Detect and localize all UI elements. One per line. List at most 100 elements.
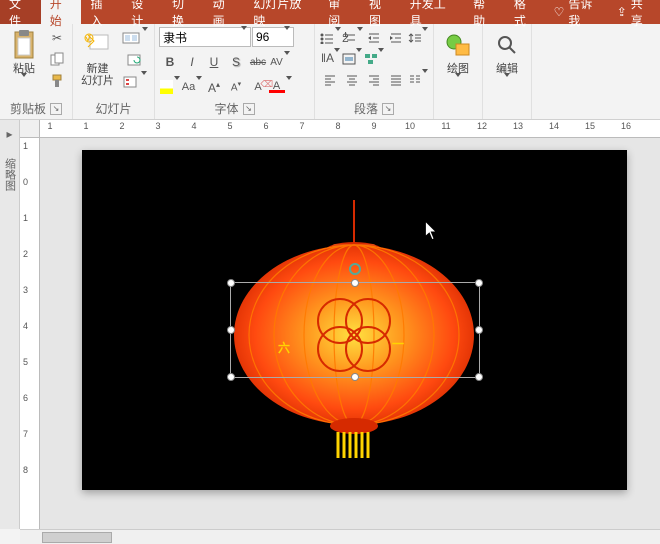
indent-icon [389, 32, 403, 44]
bold-button[interactable]: B [159, 52, 181, 72]
strike-button[interactable]: abc [247, 52, 269, 72]
case-icon: Aa [182, 81, 195, 93]
text-direction-button[interactable]: ‖A [319, 50, 341, 68]
editing-button[interactable]: 编辑 [487, 27, 527, 93]
rotate-handle[interactable] [349, 263, 361, 275]
font-dialog-launcher[interactable]: ↘ [243, 103, 255, 115]
tab-insert[interactable]: 插入 [81, 0, 122, 24]
smartart-icon [364, 53, 378, 65]
bullets-button[interactable] [319, 29, 341, 47]
tell-me-button[interactable]: ♡ 告诉我 [546, 0, 609, 24]
increase-font-button[interactable]: A▴ [203, 77, 225, 97]
highlight-color-button[interactable] [159, 77, 181, 97]
group-drawing: 绘图 [434, 24, 483, 119]
align-center-button[interactable] [341, 71, 363, 89]
clipboard-icon [8, 29, 40, 61]
tab-design[interactable]: 设计 [122, 0, 163, 24]
slide[interactable]: 六 一 [82, 150, 627, 490]
ruler-tick-label: 8 [335, 121, 340, 131]
clipboard-dialog-launcher[interactable]: ↘ [50, 103, 62, 115]
convert-smartart-button[interactable] [363, 50, 385, 68]
slide-reset-button[interactable] [121, 51, 149, 69]
group-font: 隶书 96 B I U S abc AV Aa A▴ A▾ A⌫ A 字体↘ [155, 24, 315, 119]
align-justify-button[interactable] [385, 71, 407, 89]
tab-animations[interactable]: 动画 [204, 0, 245, 24]
ruler-tick-label: 14 [549, 121, 559, 131]
ruler-tick-label: 10 [405, 121, 415, 131]
resize-handle-ne[interactable] [475, 279, 483, 287]
indent-decrease-button[interactable] [363, 29, 385, 47]
line-spacing-button[interactable] [407, 29, 429, 47]
decrease-font-button[interactable]: A▾ [225, 77, 247, 97]
align-text-vert-button[interactable] [341, 50, 363, 68]
align-right-button[interactable] [363, 71, 385, 89]
tab-file[interactable]: 文件 [0, 0, 41, 24]
font-size-select[interactable]: 96 [252, 27, 294, 47]
chevron-down-icon [455, 77, 461, 91]
format-painter-button[interactable] [47, 73, 67, 91]
italic-button[interactable]: I [181, 52, 203, 72]
aligncenter-icon [345, 74, 359, 86]
tell-me-label: 告诉我 [568, 0, 600, 29]
share-button[interactable]: ⇪ 共享 [609, 0, 660, 24]
resize-handle-e[interactable] [475, 326, 483, 334]
scrollbar-thumb[interactable] [42, 532, 112, 543]
tab-review[interactable]: 审阅 [319, 0, 360, 24]
ruler-tick-label: 15 [585, 121, 595, 131]
paintbrush-icon [50, 74, 64, 91]
tab-home[interactable]: 开始 [41, 0, 82, 24]
slide-section-button[interactable] [121, 73, 149, 91]
horizontal-ruler[interactable]: 112345678910111213141516 [40, 120, 660, 138]
resize-handle-sw[interactable] [227, 373, 235, 381]
clear-format-button[interactable]: A⌫ [247, 77, 269, 97]
group-paragraph: 12 ‖A 段落↘ [315, 24, 434, 119]
paragraph-dialog-launcher[interactable]: ↘ [382, 103, 394, 115]
tab-developer[interactable]: 开发工具 [401, 0, 464, 24]
tab-slideshow[interactable]: 幻灯片放映 [244, 0, 319, 24]
drawing-button[interactable]: 绘图 [438, 27, 478, 93]
outline-toggle-button[interactable]: ▸ [2, 120, 18, 148]
align-left-button[interactable] [319, 71, 341, 89]
text-shadow-button[interactable]: S [225, 52, 247, 72]
ribbon: 粘贴 ✂ 剪贴板↘ 新建 幻灯片 幻灯 [0, 24, 660, 120]
group-editing: 编辑 [483, 24, 532, 119]
font-group-label: 字体 [214, 100, 238, 117]
paste-button[interactable]: 粘贴 [4, 27, 44, 93]
change-case-button[interactable]: Aa [181, 77, 203, 97]
columns-button[interactable] [407, 71, 429, 89]
ruler-tick-label: 1 [47, 121, 52, 131]
resize-handle-se[interactable] [475, 373, 483, 381]
ruler-tick-label: 6 [263, 121, 268, 131]
cut-button[interactable]: ✂ [47, 29, 67, 47]
chevron-down-icon [504, 77, 510, 91]
ruler-tick-label: 1 [23, 213, 28, 223]
vertical-ruler[interactable]: 1012345678 [20, 138, 40, 529]
textdir-icon: ‖A [320, 53, 334, 65]
ruler-tick-label: 4 [23, 321, 28, 331]
resize-handle-w[interactable] [227, 326, 235, 334]
resize-handle-nw[interactable] [227, 279, 235, 287]
ruler-tick-label: 1 [23, 141, 28, 151]
horizontal-scrollbar[interactable] [20, 529, 660, 544]
tab-view[interactable]: 视图 [360, 0, 401, 24]
resize-handle-s[interactable] [351, 373, 359, 381]
slides-group-label: 幻灯片 [95, 100, 131, 117]
indent-increase-button[interactable] [385, 29, 407, 47]
tab-format[interactable]: 格式 [505, 0, 546, 24]
underline-button[interactable]: U [203, 52, 225, 72]
alignleft-icon [323, 74, 337, 86]
slide-layout-button[interactable] [121, 29, 149, 47]
font-name-select[interactable]: 隶书 [159, 27, 251, 47]
tab-help[interactable]: 帮助 [464, 0, 505, 24]
svg-text:‖A: ‖A [321, 53, 334, 65]
new-slide-button[interactable]: 新建 幻灯片 [77, 27, 118, 89]
slide-canvas[interactable]: 六 一 [40, 138, 660, 529]
char-spacing-button[interactable]: AV [269, 52, 291, 72]
section-icon [123, 76, 139, 88]
tab-transitions[interactable]: 切换 [163, 0, 204, 24]
selection-box[interactable] [230, 282, 480, 378]
resize-handle-n[interactable] [351, 279, 359, 287]
numbering-button[interactable]: 12 [341, 29, 363, 47]
copy-button[interactable] [47, 51, 67, 69]
group-slides: 新建 幻灯片 幻灯片 [73, 24, 155, 119]
